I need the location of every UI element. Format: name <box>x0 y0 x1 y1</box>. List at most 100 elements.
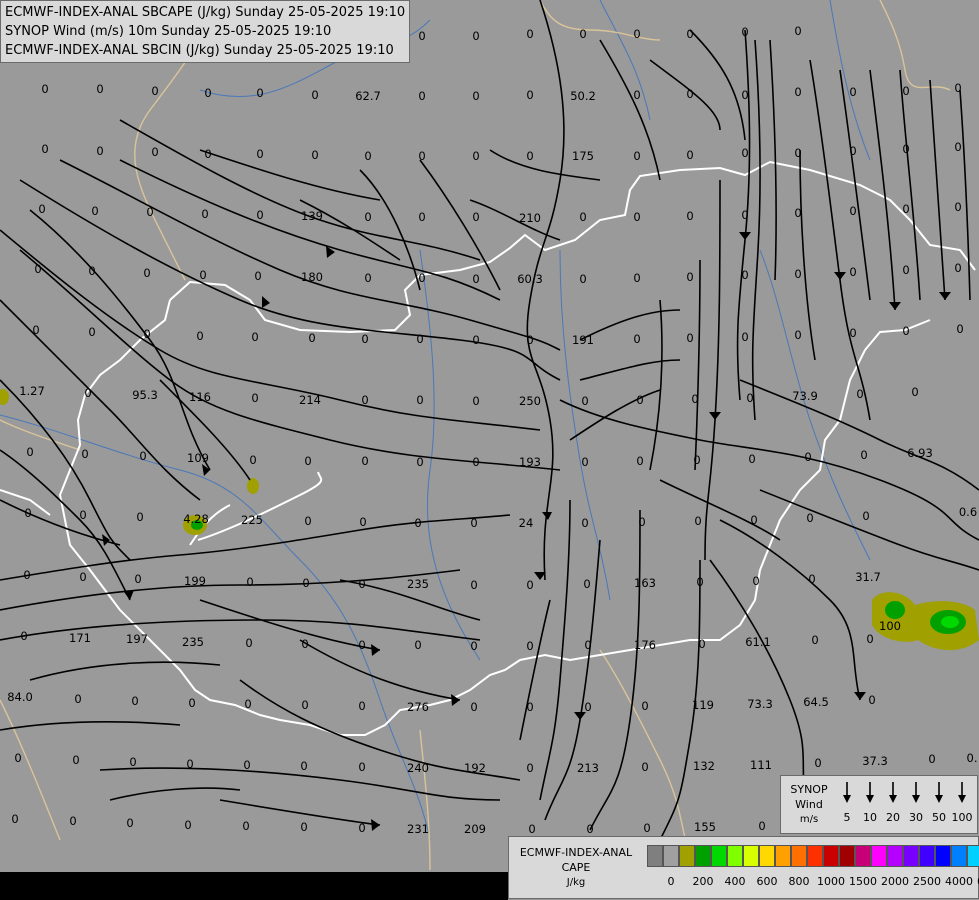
sbcin-value: 0 <box>633 27 640 41</box>
sbcin-value: 0 <box>849 144 856 158</box>
sbcin-value: 0.6 <box>959 505 977 519</box>
cape-tick: 0 <box>667 875 675 888</box>
sbcin-value: 61.1 <box>745 635 771 649</box>
wind-legend-line1: SYNOP <box>790 783 828 796</box>
cape-legend-line2: CAPE <box>561 861 591 874</box>
sbcin-value: 0 <box>88 325 95 339</box>
sbcin-value: 0 <box>741 25 748 39</box>
sbcin-value: 0 <box>470 639 477 653</box>
sbcin-value: 0 <box>698 637 705 651</box>
sbcin-value: 0 <box>584 638 591 652</box>
sbcin-value: 0 <box>694 514 701 528</box>
sbcin-value: 0 <box>686 270 693 284</box>
sbcin-value: 0 <box>472 455 479 469</box>
wind-legend-arrowhead-10 <box>866 795 874 803</box>
sbcin-value: 0 <box>902 142 909 156</box>
title-sbcape: ECMWF-INDEX-ANAL SBCAPE (J/kg) Sunday 25… <box>5 5 406 20</box>
sbcin-value: 0 <box>956 322 963 336</box>
sbcin-value: 0 <box>79 570 86 584</box>
sbcin-value: 180 <box>301 270 323 284</box>
sbcin-value: 0 <box>136 510 143 524</box>
sbcin-value: 197 <box>126 632 148 646</box>
sbcin-value: 0 <box>184 818 191 832</box>
cape-swatch <box>807 845 823 867</box>
sbcin-value: 0 <box>24 506 31 520</box>
sbcin-value: 0 <box>902 84 909 98</box>
sbcin-value: 0 <box>741 88 748 102</box>
cape-swatch <box>647 845 663 867</box>
sbcin-value: 209 <box>464 822 486 836</box>
cape-swatch <box>839 845 855 867</box>
sbcin-value: 0 <box>808 572 815 586</box>
wind-legend-title: SYNOP Wind m/s <box>785 782 833 827</box>
sbcin-value: 0 <box>311 88 318 102</box>
sbcin-value: 214 <box>299 393 321 407</box>
cape-tick: 4000 <box>945 875 973 888</box>
sbcin-value: 0 <box>418 210 425 224</box>
cape-swatch <box>679 845 695 867</box>
sbcin-value: 0 <box>251 391 258 405</box>
sbcin-value: 0 <box>364 149 371 163</box>
sbcin-value: 0 <box>526 333 533 347</box>
sbcin-value: 100 <box>879 619 901 633</box>
sbcin-value: 0 <box>41 142 48 156</box>
sbcin-value: 0 <box>34 262 41 276</box>
sbcin-value: 0 <box>928 752 935 766</box>
sbcin-value: 0 <box>794 206 801 220</box>
sbcin-value: 0 <box>902 324 909 338</box>
sbcin-value: 0 <box>811 633 818 647</box>
sbcin-value: 0 <box>528 822 535 836</box>
sbcin-value: 0 <box>638 515 645 529</box>
sbcin-value: 0 <box>151 84 158 98</box>
map-bottom-strip <box>0 872 508 900</box>
wind-legend-arrowhead-100 <box>958 795 966 803</box>
sbcin-value: 0 <box>748 452 755 466</box>
cape-tick: 600 <box>756 875 778 888</box>
cape-swatch <box>903 845 919 867</box>
sbcin-value: 0 <box>472 29 479 43</box>
cape-tick: 1000 <box>817 875 845 888</box>
sbcin-value: 0 <box>633 88 640 102</box>
sbcin-value: 0 <box>866 632 873 646</box>
sbcin-value: 62.7 <box>355 89 381 103</box>
cape-tick: 1500 <box>849 875 877 888</box>
sbcin-value: 0 <box>242 819 249 833</box>
sbcin-value: 0 <box>139 449 146 463</box>
sbcin-value: 0 <box>752 574 759 588</box>
sbcin-value: 0 <box>134 572 141 586</box>
cape-legend: ECMWF-INDEX-ANAL CAPE J/kg 0 200 400 600 800… <box>508 836 979 899</box>
sbcin-value: 0 <box>902 202 909 216</box>
sbcin-value: 0 <box>244 697 251 711</box>
sbcin-value: 0 <box>26 445 33 459</box>
cape-swatch <box>695 845 711 867</box>
sbcin-value: 0 <box>526 88 533 102</box>
cape-swatch <box>791 845 807 867</box>
sbcin-value: 73.3 <box>747 697 773 711</box>
wind-legend: SYNOP Wind m/s 5 10 20 30 50 100 <box>780 775 978 834</box>
sbcin-value: 0 <box>526 639 533 653</box>
cape-swatch <box>727 845 743 867</box>
sbcin-value: 235 <box>182 635 204 649</box>
sbcin-value: 0 <box>186 757 193 771</box>
sbcin-value: 0 <box>304 514 311 528</box>
sbcin-value: 240 <box>407 761 429 775</box>
sbcin-value: 0 <box>686 209 693 223</box>
sbcin-value: 0 <box>472 333 479 347</box>
sbcin-value: 0 <box>414 638 421 652</box>
sbcin-value: 0 <box>416 393 423 407</box>
sbcin-value: 0 <box>633 271 640 285</box>
sbcin-value: 139 <box>301 209 323 223</box>
map-title-box: ECMWF-INDEX-ANAL SBCAPE (J/kg) Sunday 25… <box>0 0 411 63</box>
sbcin-value: 0 <box>902 263 909 277</box>
sbcin-value: 0 <box>741 208 748 222</box>
sbcin-value: 0 <box>308 331 315 345</box>
sbcin-value: 0 <box>79 508 86 522</box>
sbcin-value: 95.3 <box>132 388 158 402</box>
sbcin-value: 0 <box>243 758 250 772</box>
sbcin-value: 0 <box>143 266 150 280</box>
sbcin-value: 0 <box>954 140 961 154</box>
wind-legend-unit: m/s <box>799 814 819 825</box>
cape-swatch <box>935 845 951 867</box>
sbcin-value: 0 <box>418 149 425 163</box>
sbcin-value: 111 <box>750 758 772 772</box>
